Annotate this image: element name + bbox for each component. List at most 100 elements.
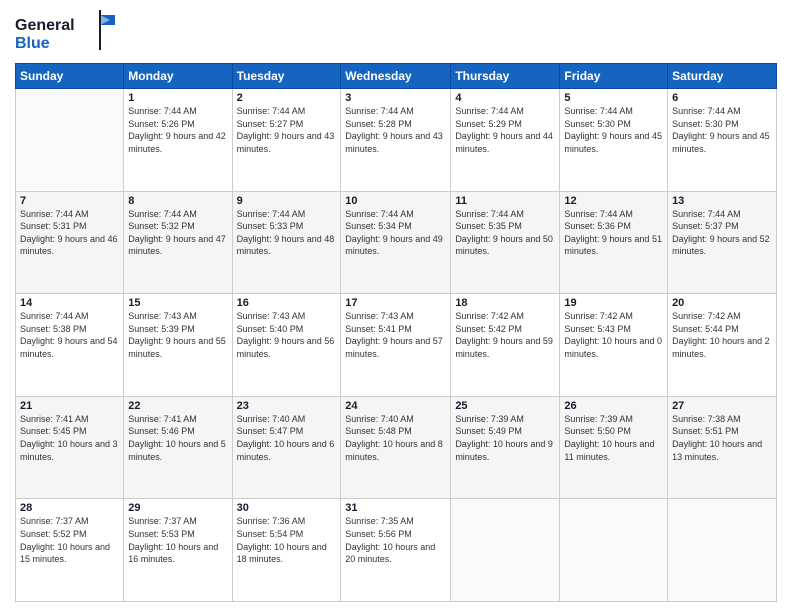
day-info: Sunrise: 7:44 AM Sunset: 5:27 PM Dayligh… [237,105,337,155]
day-info: Sunrise: 7:40 AM Sunset: 5:47 PM Dayligh… [237,413,337,463]
day-number: 7 [20,195,119,207]
day-cell: 4Sunrise: 7:44 AM Sunset: 5:29 PM Daylig… [451,89,560,192]
day-cell: 12Sunrise: 7:44 AM Sunset: 5:36 PM Dayli… [560,191,668,294]
day-cell: 13Sunrise: 7:44 AM Sunset: 5:37 PM Dayli… [668,191,777,294]
day-cell [16,89,124,192]
day-info: Sunrise: 7:44 AM Sunset: 5:37 PM Dayligh… [672,208,772,258]
day-number: 20 [672,297,772,309]
weekday-header-sunday: Sunday [16,64,124,89]
weekday-header-saturday: Saturday [668,64,777,89]
day-info: Sunrise: 7:44 AM Sunset: 5:32 PM Dayligh… [128,208,227,258]
day-cell: 21Sunrise: 7:41 AM Sunset: 5:45 PM Dayli… [16,396,124,499]
day-cell: 8Sunrise: 7:44 AM Sunset: 5:32 PM Daylig… [124,191,232,294]
day-info: Sunrise: 7:36 AM Sunset: 5:54 PM Dayligh… [237,515,337,565]
day-info: Sunrise: 7:44 AM Sunset: 5:28 PM Dayligh… [345,105,446,155]
weekday-header-monday: Monday [124,64,232,89]
day-info: Sunrise: 7:42 AM Sunset: 5:43 PM Dayligh… [564,310,663,360]
day-cell [560,499,668,602]
header: General Blue [15,10,777,55]
day-number: 31 [345,502,446,514]
day-info: Sunrise: 7:44 AM Sunset: 5:35 PM Dayligh… [455,208,555,258]
day-info: Sunrise: 7:41 AM Sunset: 5:45 PM Dayligh… [20,413,119,463]
day-cell: 16Sunrise: 7:43 AM Sunset: 5:40 PM Dayli… [232,294,341,397]
weekday-header-row: SundayMondayTuesdayWednesdayThursdayFrid… [16,64,777,89]
day-cell: 22Sunrise: 7:41 AM Sunset: 5:46 PM Dayli… [124,396,232,499]
day-number: 12 [564,195,663,207]
day-cell: 25Sunrise: 7:39 AM Sunset: 5:49 PM Dayli… [451,396,560,499]
weekday-header-thursday: Thursday [451,64,560,89]
day-info: Sunrise: 7:37 AM Sunset: 5:52 PM Dayligh… [20,515,119,565]
day-info: Sunrise: 7:37 AM Sunset: 5:53 PM Dayligh… [128,515,227,565]
day-info: Sunrise: 7:35 AM Sunset: 5:56 PM Dayligh… [345,515,446,565]
page: General Blue SundayMondayTuesdayWednesda… [0,0,792,612]
day-cell: 23Sunrise: 7:40 AM Sunset: 5:47 PM Dayli… [232,396,341,499]
day-info: Sunrise: 7:43 AM Sunset: 5:40 PM Dayligh… [237,310,337,360]
day-cell: 30Sunrise: 7:36 AM Sunset: 5:54 PM Dayli… [232,499,341,602]
day-info: Sunrise: 7:39 AM Sunset: 5:49 PM Dayligh… [455,413,555,463]
day-number: 10 [345,195,446,207]
day-info: Sunrise: 7:42 AM Sunset: 5:42 PM Dayligh… [455,310,555,360]
day-cell: 24Sunrise: 7:40 AM Sunset: 5:48 PM Dayli… [341,396,451,499]
day-cell: 19Sunrise: 7:42 AM Sunset: 5:43 PM Dayli… [560,294,668,397]
day-number: 24 [345,400,446,412]
day-number: 21 [20,400,119,412]
day-cell: 20Sunrise: 7:42 AM Sunset: 5:44 PM Dayli… [668,294,777,397]
day-number: 29 [128,502,227,514]
day-cell: 2Sunrise: 7:44 AM Sunset: 5:27 PM Daylig… [232,89,341,192]
day-info: Sunrise: 7:39 AM Sunset: 5:50 PM Dayligh… [564,413,663,463]
weekday-header-tuesday: Tuesday [232,64,341,89]
day-info: Sunrise: 7:38 AM Sunset: 5:51 PM Dayligh… [672,413,772,463]
day-info: Sunrise: 7:40 AM Sunset: 5:48 PM Dayligh… [345,413,446,463]
day-number: 6 [672,92,772,104]
day-number: 1 [128,92,227,104]
day-info: Sunrise: 7:44 AM Sunset: 5:31 PM Dayligh… [20,208,119,258]
day-number: 4 [455,92,555,104]
svg-text:General: General [15,17,75,34]
day-number: 25 [455,400,555,412]
day-info: Sunrise: 7:44 AM Sunset: 5:33 PM Dayligh… [237,208,337,258]
day-cell: 1Sunrise: 7:44 AM Sunset: 5:26 PM Daylig… [124,89,232,192]
day-number: 22 [128,400,227,412]
day-info: Sunrise: 7:44 AM Sunset: 5:26 PM Dayligh… [128,105,227,155]
day-info: Sunrise: 7:44 AM Sunset: 5:36 PM Dayligh… [564,208,663,258]
day-cell: 27Sunrise: 7:38 AM Sunset: 5:51 PM Dayli… [668,396,777,499]
day-number: 9 [237,195,337,207]
day-info: Sunrise: 7:44 AM Sunset: 5:38 PM Dayligh… [20,310,119,360]
weekday-header-friday: Friday [560,64,668,89]
day-info: Sunrise: 7:44 AM Sunset: 5:30 PM Dayligh… [672,105,772,155]
day-cell [451,499,560,602]
day-number: 13 [672,195,772,207]
day-cell: 10Sunrise: 7:44 AM Sunset: 5:34 PM Dayli… [341,191,451,294]
logo-icon: General Blue [15,10,115,55]
day-info: Sunrise: 7:43 AM Sunset: 5:39 PM Dayligh… [128,310,227,360]
logo-svg: General Blue [15,10,115,55]
day-info: Sunrise: 7:43 AM Sunset: 5:41 PM Dayligh… [345,310,446,360]
day-number: 18 [455,297,555,309]
day-cell: 18Sunrise: 7:42 AM Sunset: 5:42 PM Dayli… [451,294,560,397]
day-number: 30 [237,502,337,514]
day-number: 14 [20,297,119,309]
day-number: 23 [237,400,337,412]
day-cell: 28Sunrise: 7:37 AM Sunset: 5:52 PM Dayli… [16,499,124,602]
day-info: Sunrise: 7:44 AM Sunset: 5:30 PM Dayligh… [564,105,663,155]
day-number: 11 [455,195,555,207]
day-info: Sunrise: 7:44 AM Sunset: 5:34 PM Dayligh… [345,208,446,258]
day-cell: 31Sunrise: 7:35 AM Sunset: 5:56 PM Dayli… [341,499,451,602]
week-row-2: 7Sunrise: 7:44 AM Sunset: 5:31 PM Daylig… [16,191,777,294]
day-cell: 14Sunrise: 7:44 AM Sunset: 5:38 PM Dayli… [16,294,124,397]
week-row-4: 21Sunrise: 7:41 AM Sunset: 5:45 PM Dayli… [16,396,777,499]
day-number: 8 [128,195,227,207]
day-number: 28 [20,502,119,514]
day-number: 16 [237,297,337,309]
day-number: 5 [564,92,663,104]
day-number: 27 [672,400,772,412]
day-cell: 11Sunrise: 7:44 AM Sunset: 5:35 PM Dayli… [451,191,560,294]
day-cell: 15Sunrise: 7:43 AM Sunset: 5:39 PM Dayli… [124,294,232,397]
week-row-5: 28Sunrise: 7:37 AM Sunset: 5:52 PM Dayli… [16,499,777,602]
day-cell: 6Sunrise: 7:44 AM Sunset: 5:30 PM Daylig… [668,89,777,192]
logo: General Blue [15,10,115,55]
day-info: Sunrise: 7:42 AM Sunset: 5:44 PM Dayligh… [672,310,772,360]
day-cell [668,499,777,602]
svg-text:Blue: Blue [15,35,50,52]
day-cell: 17Sunrise: 7:43 AM Sunset: 5:41 PM Dayli… [341,294,451,397]
